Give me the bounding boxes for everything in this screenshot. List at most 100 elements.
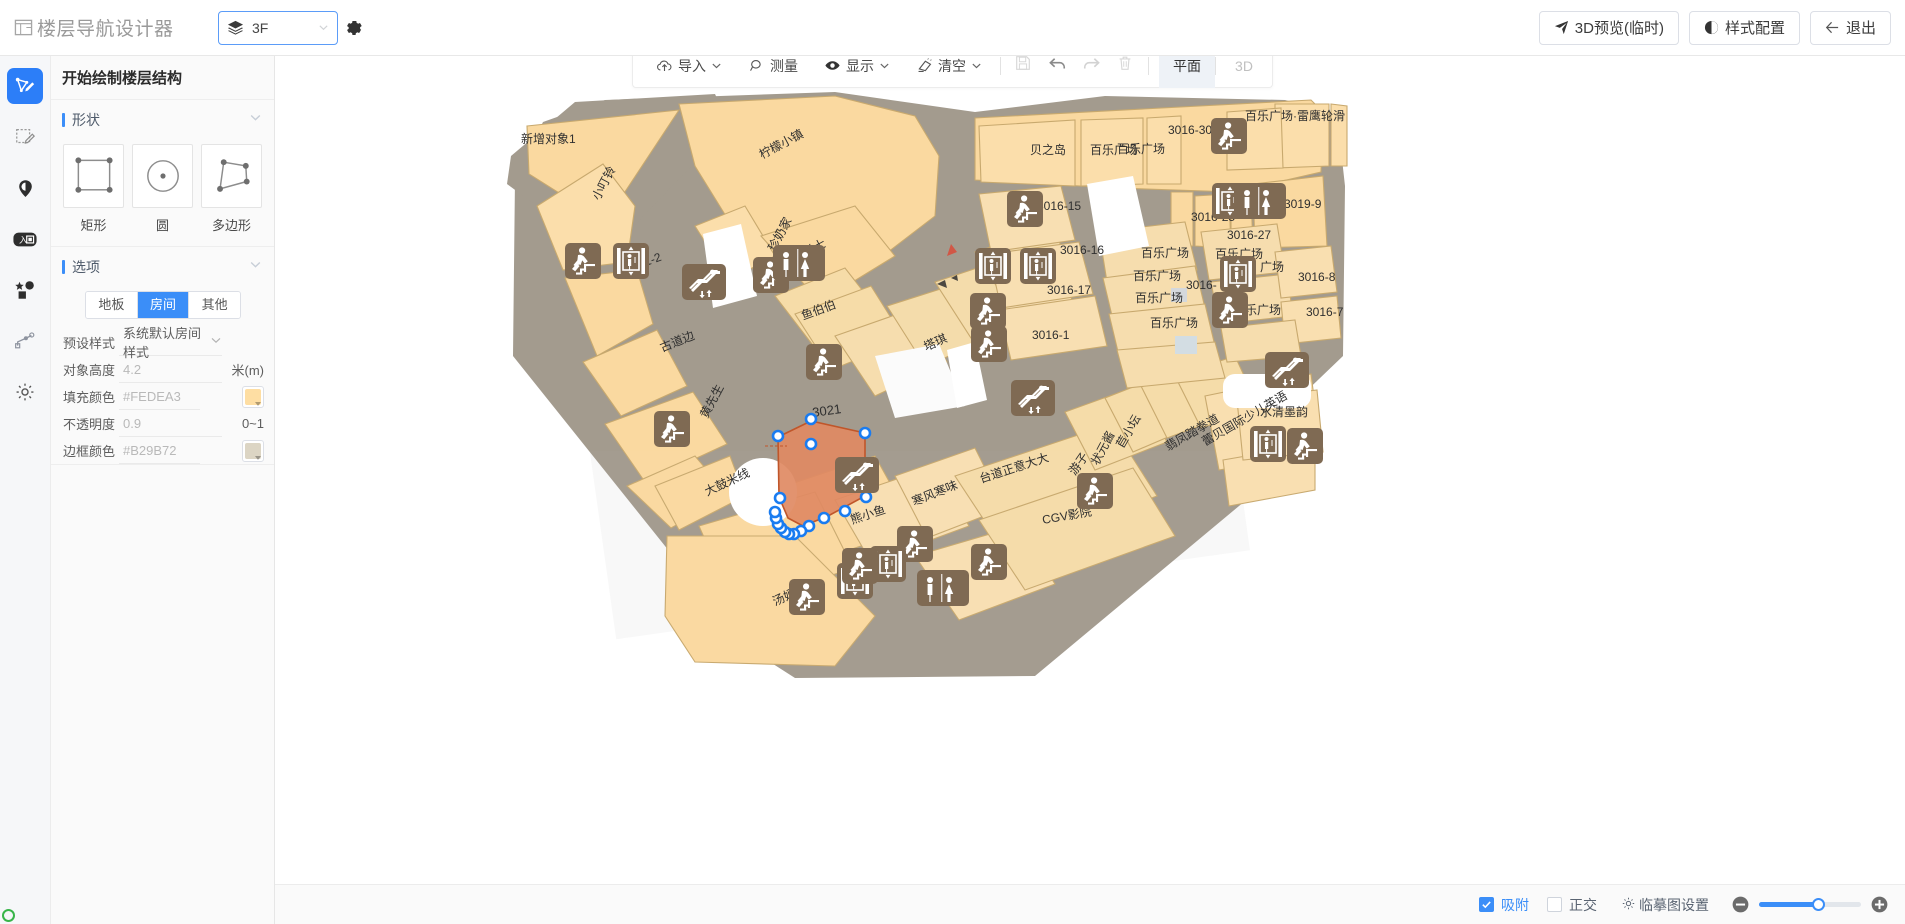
- stairs-icon[interactable]: [842, 548, 878, 584]
- section-accent-bar: [62, 260, 65, 274]
- tab-room[interactable]: 房间: [138, 292, 190, 318]
- style-config-button[interactable]: 样式配置: [1689, 11, 1800, 45]
- stairs-icon[interactable]: [1077, 473, 1113, 509]
- save-button[interactable]: [1006, 56, 1040, 81]
- save-icon: [1014, 56, 1032, 77]
- chevron-down-icon[interactable]: [318, 22, 329, 33]
- shape-option-rectangle[interactable]: 矩形: [63, 144, 124, 234]
- ruler-icon: [748, 57, 765, 74]
- preset-style-select[interactable]: 系统默认房间样式: [119, 329, 222, 356]
- options-section-header[interactable]: 选项: [51, 247, 274, 287]
- map-label: 3016-16: [1060, 243, 1104, 257]
- snap-checkbox[interactable]: 吸附: [1479, 895, 1529, 915]
- sidebar-item-facility[interactable]: [7, 272, 43, 308]
- floor-settings-gear-icon[interactable]: [344, 18, 364, 38]
- border-color-swatch[interactable]: [242, 440, 264, 462]
- escalator-icon[interactable]: [682, 264, 726, 300]
- stairs-icon[interactable]: [1007, 191, 1043, 227]
- tab-floor[interactable]: 地板: [86, 292, 138, 318]
- object-height-input[interactable]: [119, 362, 222, 377]
- restroom-icon[interactable]: [1234, 183, 1286, 219]
- tab-plan-view[interactable]: 平面: [1159, 56, 1215, 88]
- display-menu[interactable]: 显示: [811, 56, 903, 81]
- sidebar-item-edit-area[interactable]: [7, 119, 43, 155]
- bottom-status-bar: 吸附 正交 临摹图设置: [275, 884, 1905, 924]
- sidebar-item-poi[interactable]: [7, 170, 43, 206]
- stairs-icon[interactable]: [654, 411, 690, 447]
- redo-icon: [1082, 56, 1101, 78]
- clear-menu[interactable]: 清空: [903, 56, 995, 81]
- import-menu[interactable]: 导入: [643, 56, 735, 81]
- ortho-checkbox[interactable]: 正交: [1547, 895, 1597, 915]
- floor-selector[interactable]: 3F: [218, 11, 338, 45]
- chevron-down-icon[interactable]: [249, 111, 262, 129]
- shape-section-header[interactable]: 形状: [51, 100, 274, 140]
- object-type-tabs: 地板 房间 其他: [85, 291, 241, 319]
- measure-button[interactable]: 测量: [735, 56, 811, 81]
- sidebar-item-settings[interactable]: [7, 374, 43, 410]
- restroom-icon[interactable]: [917, 570, 969, 606]
- escalator-icon[interactable]: [835, 457, 879, 493]
- chevron-down-icon[interactable]: [210, 333, 222, 351]
- elevator-icon[interactable]: [975, 248, 1011, 284]
- stairs-icon[interactable]: [789, 579, 825, 615]
- stairs-icon[interactable]: [971, 326, 1007, 362]
- fill-color-swatch[interactable]: [242, 386, 264, 408]
- map-label: 3016-17: [1047, 283, 1091, 297]
- fill-color-input[interactable]: [119, 389, 200, 404]
- style-config-label: 样式配置: [1725, 17, 1785, 38]
- trace-settings-button[interactable]: 临摹图设置: [1621, 895, 1709, 915]
- toolbar-divider: [1148, 57, 1149, 75]
- preview-3d-button[interactable]: 3D预览(临时): [1539, 11, 1679, 45]
- opacity-input[interactable]: [119, 416, 222, 431]
- zoom-slider-knob[interactable]: [1812, 898, 1825, 911]
- stairs-icon[interactable]: [806, 344, 842, 380]
- map-label: 3016-15: [1037, 199, 1081, 213]
- restroom-icon[interactable]: [773, 245, 825, 281]
- plus-circle-icon: [1870, 895, 1889, 914]
- escalator-icon[interactable]: [1011, 380, 1055, 416]
- elevator-icon[interactable]: [613, 243, 649, 279]
- shapes-star-icon: [14, 279, 36, 301]
- sidebar-item-path[interactable]: [7, 323, 43, 359]
- undo-button[interactable]: [1040, 56, 1074, 81]
- gear-icon: [1621, 896, 1636, 914]
- elevator-icon[interactable]: [1250, 426, 1286, 462]
- elevator-icon[interactable]: [1020, 248, 1056, 284]
- tab-3d-view[interactable]: 3D: [1216, 56, 1272, 88]
- redo-button[interactable]: [1074, 56, 1108, 81]
- shape-option-circle[interactable]: 圆: [132, 144, 193, 234]
- app-title: 楼层导航设计器: [37, 14, 174, 41]
- zoom-in-button[interactable]: [1870, 895, 1889, 914]
- chevron-down-icon[interactable]: [249, 258, 262, 276]
- map-canvas[interactable]: 3F: [275, 56, 1905, 924]
- floor-map[interactable]: 3021: [275, 56, 1905, 924]
- elevator-icon[interactable]: [1220, 256, 1256, 292]
- stairs-icon[interactable]: [970, 293, 1006, 329]
- stairs-icon[interactable]: [1212, 292, 1248, 328]
- sidebar-item-draw-structure[interactable]: [7, 68, 43, 104]
- map-label: 新增对象1: [521, 131, 576, 146]
- map-label: 3016-27: [1227, 228, 1271, 242]
- path-node-icon: [14, 330, 36, 352]
- stairs-icon[interactable]: [1211, 118, 1247, 154]
- field-fill-color: 填充颜色: [51, 383, 274, 410]
- sidebar-item-entrance[interactable]: 入: [7, 221, 43, 257]
- stairs-icon[interactable]: [565, 243, 601, 279]
- options-section: 选项 地板 房间 其他 预设样式 系统默认房间样式: [51, 247, 274, 465]
- stairs-icon[interactable]: [971, 544, 1007, 580]
- exit-button[interactable]: 退出: [1810, 11, 1891, 45]
- zoom-out-button[interactable]: [1731, 895, 1750, 914]
- border-color-input[interactable]: [119, 443, 200, 458]
- edit-square-icon: [14, 126, 36, 148]
- shape-section-title: 形状: [72, 110, 249, 130]
- escalator-icon[interactable]: [1265, 352, 1309, 388]
- field-object-height-unit: 米(m): [226, 360, 264, 379]
- zoom-slider[interactable]: [1759, 902, 1861, 907]
- ortho-label: 正交: [1569, 895, 1597, 915]
- delete-button[interactable]: [1108, 56, 1142, 81]
- trash-icon: [1116, 56, 1134, 77]
- tab-other[interactable]: 其他: [189, 292, 240, 318]
- shape-option-polygon[interactable]: 多边形: [201, 144, 262, 234]
- stairs-icon[interactable]: [1287, 428, 1323, 464]
